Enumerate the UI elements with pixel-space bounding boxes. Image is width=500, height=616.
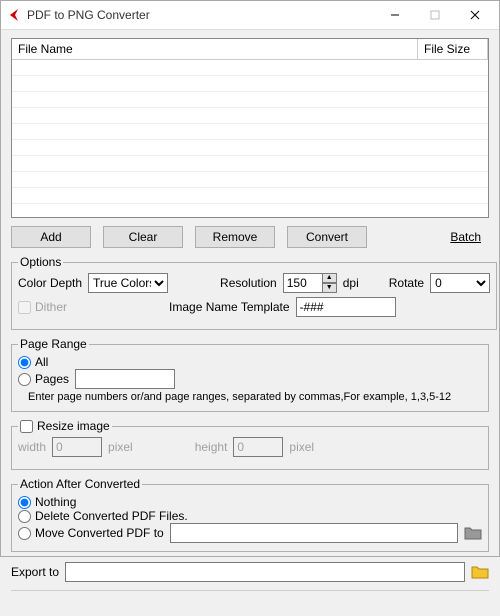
dither-label: Dither (35, 300, 67, 314)
color-depth-label: Color Depth (18, 276, 82, 290)
content-area: File Name File Size Add Clear Remove Con… (1, 30, 499, 616)
action-delete-radio[interactable] (18, 510, 31, 523)
batch-link[interactable]: Batch (450, 230, 489, 244)
resolution-input[interactable] (283, 273, 323, 293)
action-legend: Action After Converted (18, 477, 142, 491)
window-controls (375, 1, 495, 29)
app-icon (5, 7, 21, 23)
file-list[interactable]: File Name File Size (11, 38, 489, 218)
page-range-all-radio[interactable] (18, 356, 31, 369)
page-range-legend: Page Range (18, 337, 89, 351)
resolution-spinner[interactable]: ▲▼ (283, 273, 337, 293)
file-list-body (12, 60, 488, 210)
resize-label: Resize image (37, 419, 110, 433)
clear-button[interactable]: Clear (103, 226, 183, 248)
titlebar: PDF to PNG Converter (1, 1, 499, 30)
dither-checkbox (18, 301, 31, 314)
resize-checkbox[interactable] (20, 420, 33, 433)
page-range-pages-label: Pages (35, 372, 69, 386)
image-template-label: Image Name Template (169, 300, 290, 314)
page-range-pages-radio[interactable] (18, 373, 31, 386)
column-filesize[interactable]: File Size (418, 39, 488, 59)
move-path-input[interactable] (170, 523, 458, 543)
status-bar (11, 590, 489, 608)
page-range-all-label: All (35, 355, 48, 369)
close-button[interactable] (455, 1, 495, 29)
height-unit: pixel (289, 440, 314, 454)
action-move-radio[interactable] (18, 527, 31, 540)
action-delete-label: Delete Converted PDF Files. (35, 509, 188, 523)
resolution-label: Resolution (220, 276, 277, 290)
resolution-unit: dpi (343, 276, 359, 290)
page-range-group: Page Range All Pages Enter page numbers … (11, 337, 489, 412)
height-label: height (195, 440, 228, 454)
image-template-input[interactable] (296, 297, 396, 317)
add-button[interactable]: Add (11, 226, 91, 248)
remove-button[interactable]: Remove (195, 226, 275, 248)
width-input (52, 437, 102, 457)
browse-move-folder-icon[interactable] (464, 525, 482, 541)
export-row: Export to (11, 562, 489, 582)
color-depth-select[interactable]: True Colors (88, 273, 168, 293)
page-range-note: Enter page numbers or/and page ranges, s… (28, 391, 482, 403)
options-legend: Options (18, 255, 63, 269)
resize-group: Resize image width pixel height pixel (11, 419, 489, 470)
file-list-header: File Name File Size (12, 39, 488, 60)
rotate-select[interactable]: 0 (430, 273, 490, 293)
spin-down-icon[interactable]: ▼ (323, 283, 337, 293)
export-label: Export to (11, 565, 59, 579)
minimize-button[interactable] (375, 1, 415, 29)
action-nothing-radio[interactable] (18, 496, 31, 509)
main-window: PDF to PNG Converter File Name File Size… (0, 0, 500, 557)
width-label: width (18, 440, 46, 454)
options-group: Options Color Depth True Colors Resoluti… (11, 255, 497, 330)
action-group: Action After Converted Nothing Delete Co… (11, 477, 489, 552)
window-title: PDF to PNG Converter (27, 8, 375, 22)
action-move-label: Move Converted PDF to (35, 526, 164, 540)
column-filename[interactable]: File Name (12, 39, 418, 59)
action-nothing-label: Nothing (35, 495, 76, 509)
width-unit: pixel (108, 440, 133, 454)
toolbar: Add Clear Remove Convert Batch (11, 226, 489, 248)
spin-up-icon[interactable]: ▲ (323, 273, 337, 283)
height-input (233, 437, 283, 457)
export-path-input[interactable] (65, 562, 465, 582)
convert-button[interactable]: Convert (287, 226, 367, 248)
maximize-button[interactable] (415, 1, 455, 29)
rotate-label: Rotate (389, 276, 424, 290)
pages-input[interactable] (75, 369, 175, 389)
browse-export-folder-icon[interactable] (471, 564, 489, 580)
